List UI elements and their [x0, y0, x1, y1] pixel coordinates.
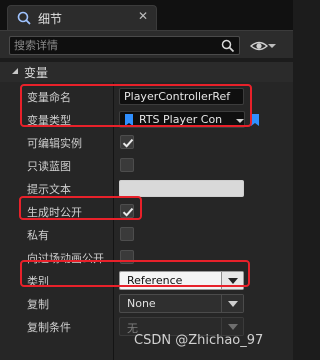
variable-type-value: RTS Player Con	[139, 113, 223, 126]
category-dropdown-button[interactable]	[221, 272, 243, 289]
checkmark-icon	[122, 207, 134, 217]
eye-icon[interactable]	[250, 37, 268, 55]
category-header-variables[interactable]: 变量	[0, 62, 293, 82]
expose-on-spawn-label: 生成时公开	[27, 206, 82, 219]
column-splitter[interactable]	[113, 82, 114, 360]
details-icon	[17, 11, 31, 25]
replication-value: None	[127, 297, 156, 310]
tab-title: 细节	[38, 12, 63, 26]
expose-on-spawn-checkbox[interactable]	[120, 204, 134, 218]
container-type-icon[interactable]	[249, 113, 261, 127]
blueprint-readonly-label: 只读蓝图	[27, 160, 71, 173]
checkmark-icon	[122, 138, 134, 148]
private-label: 私有	[27, 229, 49, 242]
expose-to-cinematics-checkbox[interactable]	[120, 250, 134, 264]
category-title: 变量	[24, 66, 49, 80]
private-checkbox[interactable]	[120, 227, 134, 241]
variable-name-input[interactable]: PlayerControllerRef	[119, 88, 244, 105]
replication-condition-label: 复制条件	[27, 321, 71, 334]
class-type-icon	[125, 114, 133, 126]
chevron-down-icon	[228, 278, 238, 284]
tab-bar: 细节 ✕	[0, 0, 293, 30]
property-row-editable: 可编辑实例	[0, 131, 293, 154]
chevron-down-icon[interactable]	[268, 42, 276, 50]
close-icon[interactable]: ✕	[138, 9, 148, 23]
search-icon[interactable]	[221, 39, 235, 53]
tooltip-label: 提示文本	[27, 183, 71, 196]
property-row-expose-spawn: 生成时公开	[0, 200, 293, 223]
variable-type-selector[interactable]: RTS Player Con	[119, 111, 245, 128]
instance-editable-label: 可编辑实例	[27, 137, 82, 150]
replication-label: 复制	[27, 298, 49, 311]
instance-editable-checkbox[interactable]	[120, 135, 134, 149]
variable-type-label: 变量类型	[27, 114, 71, 127]
blueprint-readonly-checkbox[interactable]	[120, 158, 134, 172]
tooltip-input[interactable]	[119, 180, 244, 197]
property-row-replication: 复制 None	[0, 292, 293, 315]
watermark-text: CSDN @Zhichao_97	[134, 333, 264, 348]
chevron-down-icon	[228, 324, 238, 330]
category-combo[interactable]: Reference	[119, 271, 244, 290]
property-row-readonly: 只读蓝图	[0, 154, 293, 177]
expose-to-cinematics-label: 向过场动画公开	[27, 252, 104, 265]
expand-arrow-icon	[12, 68, 18, 74]
chevron-down-icon	[228, 301, 238, 307]
property-row-type: 变量类型 RTS Player Con	[0, 108, 293, 131]
category-label: 类别	[27, 275, 49, 288]
property-row-category: 类别 Reference	[0, 269, 293, 292]
chevron-down-icon	[236, 119, 244, 123]
variable-name-label: 变量命名	[27, 91, 71, 104]
property-row-expose-cinematic: 向过场动画公开	[0, 246, 293, 269]
property-row-private: 私有	[0, 223, 293, 246]
search-bar	[0, 30, 293, 58]
category-value: Reference	[127, 274, 183, 287]
tab-details[interactable]: 细节 ✕	[7, 5, 157, 30]
replication-dropdown-button[interactable]	[221, 295, 243, 312]
property-row-name: 变量命名 PlayerControllerRef	[0, 85, 293, 108]
search-input[interactable]	[9, 36, 240, 55]
replication-combo[interactable]: None	[119, 294, 244, 313]
property-panel: 变量命名 PlayerControllerRef 变量类型 RTS Player…	[0, 82, 293, 360]
property-row-tooltip: 提示文本	[0, 177, 293, 200]
